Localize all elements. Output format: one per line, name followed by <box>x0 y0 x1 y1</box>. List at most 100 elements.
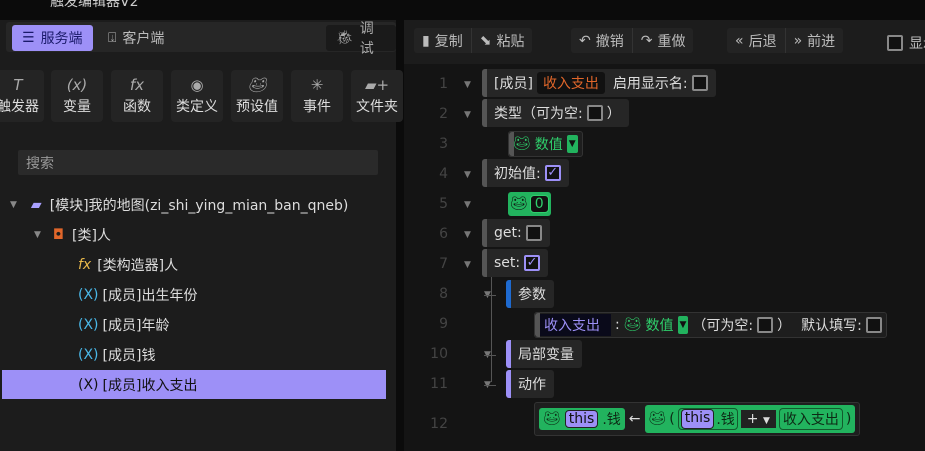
this-keyword[interactable]: this <box>680 409 715 429</box>
tool-folder[interactable]: ▰+ 文件夹 <box>351 70 403 122</box>
nullable-checkbox[interactable] <box>757 317 774 333</box>
chevrons-left-icon: « <box>735 32 744 49</box>
tool-function[interactable]: fx 函数 <box>111 70 163 122</box>
type-value: 数值 <box>534 137 563 153</box>
guide-line <box>484 295 496 296</box>
tool-class[interactable]: ◉ 类定义 <box>171 70 223 122</box>
fold-toggle-icon[interactable]: ▼ <box>464 260 471 270</box>
tool-event[interactable]: ✳ 事件 <box>291 70 343 122</box>
actions-block[interactable]: 动作 <box>506 370 554 398</box>
folder-icon: ▰ <box>30 196 42 213</box>
get-checkbox[interactable] <box>525 225 542 241</box>
tab-server[interactable]: ☰ 服务端 <box>12 25 93 51</box>
operator-select[interactable]: + ▼ <box>740 410 776 428</box>
fold-toggle-icon[interactable]: ▼ <box>464 110 471 120</box>
tool-trigger[interactable]: T 触发器 <box>0 70 44 122</box>
fold-toggle-icon[interactable]: ▼ <box>464 80 471 90</box>
tree-item[interactable]: fx [类构造器]人 <box>0 250 384 279</box>
paste-button[interactable]: ⬊ 粘贴 <box>470 28 533 53</box>
init-label: 初始值: <box>494 166 541 182</box>
set-block[interactable]: set: ✓ <box>482 249 549 277</box>
fold-toggle-icon[interactable]: ▼ <box>464 170 471 180</box>
actions-label: 动作 <box>518 377 546 393</box>
chevrons-right-icon: » <box>793 32 803 49</box>
undo-button[interactable]: ↶ 撤销 <box>571 28 632 53</box>
fold-toggle-icon[interactable]: ▼ <box>464 200 471 210</box>
param-name-input[interactable]: 收入支出 <box>539 314 611 336</box>
show-toggle[interactable]: 显示 <box>887 33 925 53</box>
undo-label: 撤销 <box>595 33 624 50</box>
tab-client[interactable]: ⍗ 客户端 <box>98 25 174 51</box>
field-name: .钱 <box>602 412 621 428</box>
tree-item-module[interactable]: ▼ ▰ [模块]我的地图(zi_shi_ying_mian_ban_qneb) <box>0 190 384 219</box>
init-block[interactable]: 初始值: ✓ <box>482 159 569 187</box>
undo-icon: ↶ <box>579 32 591 49</box>
init-checkbox[interactable]: ✓ <box>544 165 561 181</box>
tree-item-class[interactable]: ▼ ◘ [类]人 <box>0 220 384 249</box>
expand-icon[interactable]: ▼ <box>34 230 41 240</box>
tree-item[interactable]: (X) [成员]钱 <box>0 340 384 369</box>
line-number: 1 <box>439 76 448 92</box>
show-checkbox[interactable] <box>887 35 903 51</box>
clipboard-group: ▮ 复制 ⬊ 粘贴 <box>414 28 533 53</box>
set-checkbox[interactable]: ✓ <box>524 255 541 271</box>
fold-toggle-icon[interactable]: ▼ <box>464 230 471 240</box>
init-value-input[interactable]: 0 <box>529 195 549 213</box>
nullable-checkbox[interactable] <box>586 105 603 121</box>
tool-label: 预设值 <box>236 99 278 115</box>
function-icon: fx <box>78 256 92 273</box>
line-number: 10 <box>430 346 448 362</box>
lparen: ( <box>669 411 675 427</box>
guide-line <box>484 355 496 356</box>
type-select[interactable]: 🐸︎ 数值 ▼ <box>508 131 583 157</box>
this-keyword[interactable]: this <box>564 410 599 428</box>
default-fill-label: 默认填写: <box>801 318 862 334</box>
dropdown-arrow-icon[interactable]: ▼ <box>566 135 578 153</box>
tool-preset[interactable]: 🐸︎ 预设值 <box>231 70 283 122</box>
params-block[interactable]: 参数 <box>506 280 554 308</box>
init-value-block[interactable]: 🐸︎ 0 <box>508 192 551 216</box>
search-input[interactable]: 搜索 <box>18 150 378 175</box>
tree-item[interactable]: (X) [成员]年龄 <box>0 310 384 339</box>
operand-right[interactable]: 收入支出 <box>778 408 843 430</box>
tool-label: 函数 <box>123 99 151 115</box>
expand-icon[interactable]: ▼ <box>10 200 17 210</box>
assign-target[interactable]: 🐸︎ this .钱 <box>539 408 625 430</box>
debug-button[interactable]: 🐞︎ 调试 <box>326 21 396 57</box>
field-name: .钱 <box>716 412 735 428</box>
frog-icon: 🐸︎ <box>623 317 642 333</box>
member-name-input[interactable]: 收入支出 <box>536 72 605 94</box>
redo-button[interactable]: ↷ 重做 <box>631 28 694 53</box>
assign-arrow: ← <box>628 411 641 427</box>
type-block[interactable]: 类型（可为空: ） <box>482 99 629 127</box>
back-button[interactable]: «后退 <box>727 28 785 53</box>
line-number: 2 <box>439 106 448 122</box>
assign-statement[interactable]: 🐸︎ this .钱 ← 🐸︎(this .钱 + ▼ 收入支出) <box>534 402 861 436</box>
tree-label: [模块]我的地图(zi_shi_ying_mian_ban_qneb) <box>49 197 349 214</box>
tree-label: [成员]钱 <box>102 347 156 364</box>
forward-button[interactable]: » 前进 <box>784 28 844 53</box>
line-number: 9 <box>439 316 448 332</box>
frog-icon: 🐸︎ <box>648 411 667 427</box>
variable-icon: (X) <box>78 376 99 393</box>
tree-item-selected[interactable]: (X) [成员]收入支出 <box>2 370 386 399</box>
expression-block[interactable]: 🐸︎(this .钱 + ▼ 收入支出) <box>644 405 856 433</box>
copy-label: 复制 <box>434 33 463 50</box>
get-label: get: <box>494 225 522 241</box>
tool-variable[interactable]: (x) 变量 <box>51 70 103 122</box>
close-paren: ） <box>606 106 621 122</box>
tab-label: 服务端 <box>40 31 83 47</box>
forward-label: 前进 <box>807 33 836 50</box>
dropdown-arrow-icon[interactable]: ▼ <box>677 316 689 334</box>
tree-item[interactable]: (X) [成员]出生年份 <box>0 280 384 309</box>
copy-button[interactable]: ▮ 复制 <box>414 28 471 53</box>
operand-left[interactable]: this .钱 <box>677 408 738 430</box>
default-fill-checkbox[interactable] <box>865 317 882 333</box>
frog-icon: 🐸︎ <box>510 196 528 212</box>
enable-display-checkbox[interactable] <box>691 75 708 91</box>
get-block[interactable]: get: <box>482 219 550 247</box>
locals-block[interactable]: 局部变量 <box>506 340 582 368</box>
line-number: 8 <box>439 286 448 302</box>
param-row[interactable]: 收入支出: 🐸︎ 数值 ▼ （可为空: ） 默认填写: <box>534 312 887 338</box>
member-header-block[interactable]: [成员] 收入支出 启用显示名: <box>482 69 716 97</box>
